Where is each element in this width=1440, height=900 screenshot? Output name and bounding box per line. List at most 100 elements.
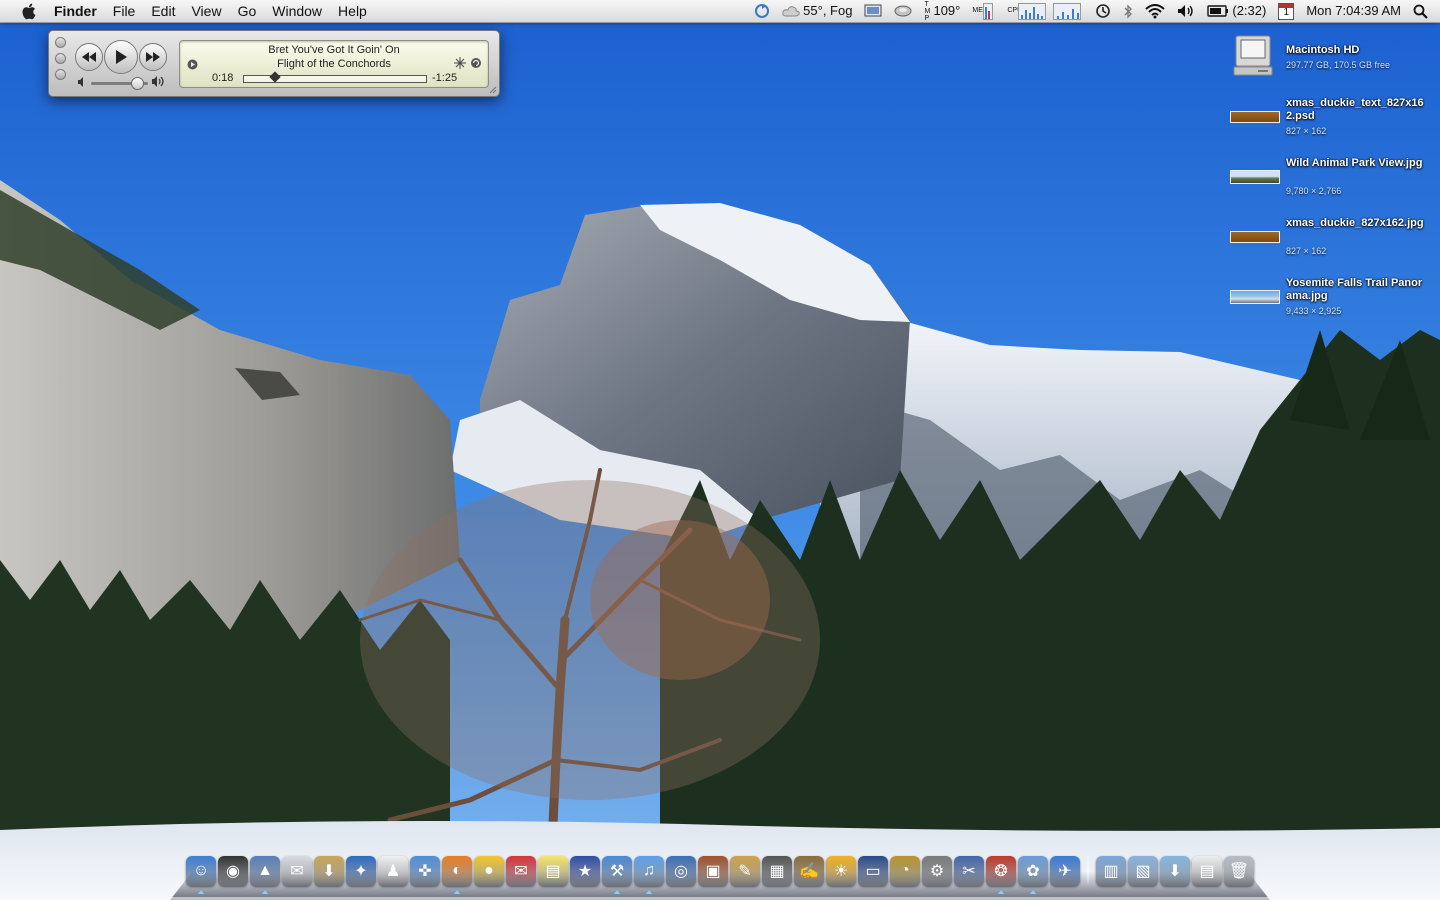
playback-progress-bar[interactable] — [243, 71, 427, 83]
dock-item-documents-folder[interactable]: ▧ — [1128, 856, 1158, 886]
dock-item-safari[interactable]: ✜ — [410, 856, 440, 886]
sync-menu-extra[interactable] — [748, 3, 776, 19]
wifi-menu-extra[interactable] — [1139, 3, 1171, 19]
disk-menu-extra[interactable] — [888, 5, 918, 17]
dock-item-adium[interactable]: ♟ — [378, 856, 408, 886]
dock-item-cyberduck[interactable]: ● — [474, 856, 504, 886]
dock-item-pictures-folder[interactable]: ▥ — [1096, 856, 1126, 886]
display-menu-extra[interactable] — [858, 4, 888, 18]
mem-label: MEM — [972, 7, 989, 14]
dock-item-transmission[interactable]: ❂ — [986, 856, 1016, 894]
menu-view[interactable]: View — [183, 0, 229, 22]
dock-item-coda-editor[interactable]: ✍ — [794, 856, 824, 886]
dock-item-textmate-pencil[interactable]: ✎ — [730, 856, 760, 886]
sync-icon — [755, 4, 770, 18]
dock-item-xcode[interactable]: ⚒ — [602, 856, 632, 894]
dock-item-applications-stack[interactable]: ▤ — [1192, 856, 1222, 886]
dock-item-trash[interactable]: 🗑 — [1224, 856, 1254, 886]
dock-item-app-store-compass[interactable]: ✦ — [346, 856, 376, 886]
temp-label-icon: TMP — [924, 0, 931, 22]
desktop-icon-macintosh-hd[interactable]: Macintosh HD 297.77 GB, 170.5 GB free — [1230, 34, 1435, 86]
calendar-menu-extra[interactable]: 1 — [1272, 2, 1300, 20]
desktop-icon-yosemite-falls-panorama[interactable]: Yosemite Falls Trail Panorama.jpg 9,433 … — [1230, 277, 1435, 329]
minimize-button[interactable] — [55, 53, 66, 64]
dock-item-preview[interactable]: ▲ — [250, 856, 280, 894]
dock-item-firefox[interactable]: ◐ — [442, 856, 472, 894]
itunes-icon: ♫ — [643, 862, 655, 879]
icon-label: Wild Animal Park View.jpg — [1286, 157, 1423, 169]
file-thumbnail — [1230, 170, 1280, 184]
menu-app-finder[interactable]: Finder — [46, 0, 105, 22]
temperature-menu-extra[interactable]: TMP 109° — [918, 0, 966, 22]
photoshop-icon: ▭ — [865, 863, 881, 880]
volume-slider-knob[interactable] — [130, 77, 144, 90]
dock-item-clock-app[interactable]: ◔ — [890, 856, 920, 886]
dock-item-growl-widget[interactable]: ✿ — [1018, 856, 1048, 894]
resize-grip-icon[interactable] — [489, 86, 497, 94]
dock-items: ☺ ◉ ▲ ✉ ⬇ ✦ ♟ ✜ ◐ ● ✉ ▤ ★ ⚒ ♫ ◎ ▣ ✎ ▦ ✍ ☀ ▭ ◔ ⚙ ✂ ❂ ✿ ✈ ▥ ▧ ⬇ ▤ 🗑 — [186, 856, 1254, 894]
dock-item-colloquy[interactable]: ☀ — [826, 856, 856, 886]
desktop-icon-xmas-duckie-text-psd[interactable]: xmas_duckie_text_827x162.psd 827 × 162 — [1230, 97, 1435, 149]
dock-item-downloads-folder[interactable]: ⬇ — [1160, 856, 1190, 886]
fast-forward-icon — [146, 52, 160, 62]
dock-item-photo-booth[interactable]: ▣ — [698, 856, 728, 886]
previous-track-button[interactable] — [75, 43, 103, 71]
volume-slider[interactable] — [91, 77, 148, 90]
dock-item-system-preferences[interactable]: ⚙ — [922, 856, 952, 886]
menu-window[interactable]: Window — [264, 0, 330, 22]
spotlight-menu-extra[interactable] — [1407, 4, 1440, 19]
dock-item-utility-tools[interactable]: ✂ — [954, 856, 984, 886]
artist-name: Flight of the Conchords — [277, 58, 391, 70]
network-graph-icon — [1018, 2, 1047, 20]
dock-item-terminal[interactable]: ▦ — [762, 856, 792, 886]
play-button[interactable] — [104, 40, 138, 74]
desktop-icon-wild-animal-park[interactable]: Wild Animal Park View.jpg 9,780 × 2,766 — [1230, 157, 1435, 209]
dock-item-iphoto-camera[interactable]: ◎ — [666, 856, 696, 886]
memory-menu-extra[interactable]: MEM — [966, 2, 1001, 20]
dock-item-finder[interactable]: ☺ — [186, 856, 216, 894]
apple-icon — [22, 3, 35, 19]
cyberduck-icon: ● — [484, 862, 494, 879]
icon-label: Macintosh HD — [1286, 44, 1360, 56]
menu-go[interactable]: Go — [230, 0, 265, 22]
activity-graph-icon — [1053, 2, 1082, 20]
dock-item-itunes[interactable]: ♫ — [634, 856, 664, 894]
snowflake-icon[interactable] — [454, 57, 466, 69]
weather-menu-extra[interactable]: 55°, Fog — [776, 0, 858, 22]
wifi-icon — [1145, 3, 1166, 18]
desktop-icon-xmas-duckie-jpg[interactable]: xmas_duckie_827x162.jpg 827 × 162 — [1230, 217, 1435, 269]
time-machine-menu-extra[interactable] — [1089, 3, 1117, 19]
dock-item-installer[interactable]: ⬇ — [314, 856, 344, 886]
play-icon — [116, 50, 127, 64]
next-track-button[interactable] — [139, 43, 167, 71]
memory-graph-icon — [983, 2, 994, 20]
volume-low-icon — [78, 77, 83, 87]
dock-item-omnifocus[interactable]: ★ — [570, 856, 600, 886]
bluetooth-menu-extra[interactable] — [1117, 3, 1139, 19]
menu-help[interactable]: Help — [330, 0, 375, 22]
dock-item-dashboard[interactable]: ◉ — [218, 856, 248, 886]
close-button[interactable] — [55, 37, 66, 48]
playback-position-marker[interactable] — [269, 71, 281, 83]
system-preferences-icon: ⚙ — [929, 863, 945, 880]
menu-file[interactable]: File — [105, 0, 144, 22]
apple-menu[interactable] — [18, 0, 38, 22]
volume-menu-extra[interactable] — [1171, 4, 1201, 18]
zoom-button[interactable] — [55, 69, 66, 80]
icon-info: 827 × 162 — [1286, 246, 1327, 256]
menu-edit[interactable]: Edit — [143, 0, 183, 22]
battery-menu-extra[interactable]: (2:32) — [1201, 0, 1272, 22]
dock-item-dymo-stamps[interactable]: ✉ — [282, 856, 312, 886]
app-store-compass-icon: ✦ — [354, 863, 368, 880]
loop-icon[interactable] — [470, 57, 482, 69]
dock-item-network-utility[interactable]: ✈ — [1050, 856, 1080, 886]
transmission-icon: ❂ — [994, 863, 1008, 880]
rewind-icon — [82, 52, 96, 62]
cpu-menu-extra[interactable]: CPU — [1001, 2, 1089, 20]
calendar-icon: 1 — [1278, 2, 1295, 20]
dock-item-photoshop[interactable]: ▭ — [858, 856, 888, 886]
dock-item-mail-stamp[interactable]: ✉ — [506, 856, 536, 886]
clock-menu-extra[interactable]: Mon 7:04:39 AM — [1300, 0, 1407, 22]
dock-item-stickies[interactable]: ▤ — [538, 856, 568, 886]
menu-bar: Finder File Edit View Go Window Help 55°… — [0, 0, 1440, 23]
